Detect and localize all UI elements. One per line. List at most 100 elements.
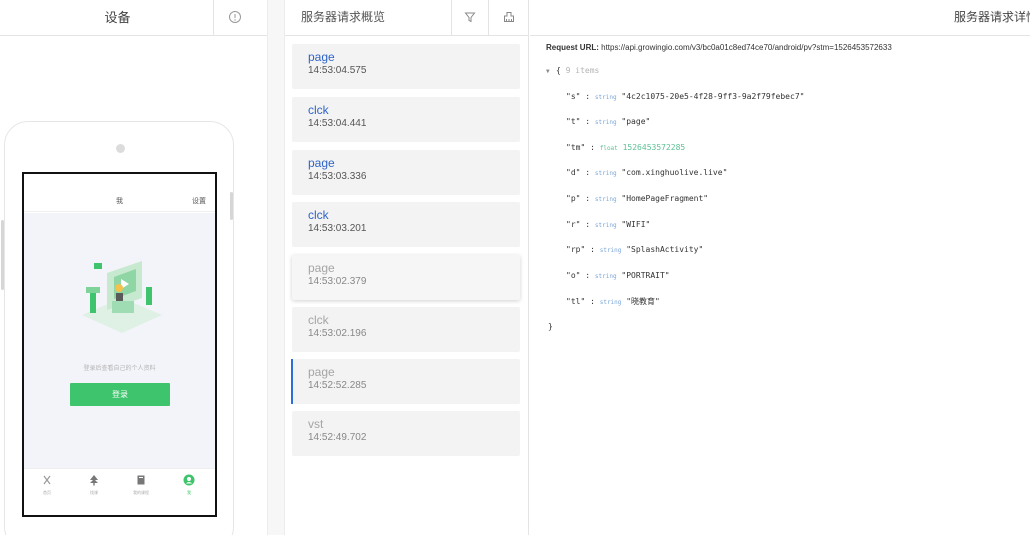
request-type: page bbox=[308, 261, 335, 275]
json-field[interactable]: "rp" : string "SplashActivity" bbox=[566, 245, 703, 254]
device-title: 设备 bbox=[104, 10, 131, 25]
device-screen[interactable]: 我 设置 登录后查看自己的个人资料 登录 首页 找课 我的课程 我 bbox=[22, 172, 217, 517]
request-time: 14:53:03.336 bbox=[308, 171, 367, 182]
caret-down-icon[interactable]: ▼ bbox=[546, 68, 556, 75]
settings-link[interactable]: 设置 bbox=[192, 196, 206, 206]
json-type: string bbox=[599, 247, 622, 254]
tree-icon bbox=[90, 475, 98, 486]
json-field[interactable]: "d" : string "com.xinghuolive.live" bbox=[566, 168, 727, 177]
json-type: string bbox=[594, 170, 617, 177]
json-value: "WIFI" bbox=[621, 220, 651, 229]
request-type: vst bbox=[308, 417, 324, 431]
request-type: page bbox=[308, 365, 335, 379]
json-brace-open: { bbox=[556, 66, 566, 75]
json-field[interactable]: "tl" : string "晓教育" bbox=[566, 296, 660, 307]
detail-header: 服务器请求详情 bbox=[530, 0, 1030, 36]
json-field[interactable]: "s" : string "4c2c1075-20e5-4f28-9ff3-9a… bbox=[566, 92, 804, 101]
clear-icon[interactable] bbox=[502, 10, 516, 24]
json-type: string bbox=[594, 119, 617, 126]
request-time: 14:52:49.702 bbox=[308, 432, 367, 443]
header-divider bbox=[213, 0, 214, 36]
phone-side-button bbox=[230, 192, 233, 220]
header-divider bbox=[451, 0, 452, 36]
json-value: "晓教育" bbox=[626, 297, 660, 306]
login-tip: 登录后查看自己的个人资料 bbox=[83, 366, 156, 372]
tab-label: 我的课程 bbox=[133, 490, 149, 495]
request-item[interactable]: clck 14:53:02.196 bbox=[292, 307, 520, 352]
request-type: clck bbox=[308, 313, 329, 327]
illustration-image bbox=[82, 261, 162, 333]
json-root[interactable]: ▼{ 9 items bbox=[546, 66, 599, 75]
detail-title: 服务器请求详情 bbox=[954, 10, 1030, 24]
user-icon bbox=[183, 474, 195, 486]
home-icon bbox=[43, 475, 51, 485]
request-type: page bbox=[308, 50, 335, 64]
request-type: clck bbox=[308, 103, 329, 117]
request-url[interactable]: Request URL: https://api.growingio.com/v… bbox=[546, 43, 892, 52]
login-button[interactable]: 登录 bbox=[70, 383, 170, 406]
tab-my-courses[interactable]: 我的课程 bbox=[121, 474, 161, 496]
device-header: 设备 bbox=[0, 0, 267, 36]
request-item[interactable]: clck 14:53:03.201 bbox=[292, 202, 520, 247]
json-key: "t" bbox=[566, 117, 581, 126]
json-type: string bbox=[594, 222, 617, 229]
phone-camera bbox=[116, 144, 125, 153]
json-brace-close: } bbox=[548, 322, 553, 331]
app-window: 设备 我 设置 登录后查看自己的个人资料 登录 首页 找课 我的课程 我 服务器… bbox=[0, 0, 1030, 535]
request-url-value: https://api.growingio.com/v3/bc0a01c8ed7… bbox=[601, 43, 892, 52]
request-type: page bbox=[308, 156, 335, 170]
app-body: 登录后查看自己的个人资料 登录 bbox=[24, 213, 215, 468]
request-item[interactable]: page 14:53:03.336 bbox=[292, 150, 520, 195]
json-field[interactable]: "r" : string "WIFI" bbox=[566, 220, 650, 229]
json-type: string bbox=[599, 299, 622, 306]
json-field[interactable]: "p" : string "HomePageFragment" bbox=[566, 194, 708, 203]
request-time: 14:53:04.441 bbox=[308, 118, 367, 129]
json-value: 1526453572285 bbox=[622, 143, 686, 152]
json-field[interactable]: "o" : string "PORTRAIT" bbox=[566, 271, 670, 280]
request-time: 14:52:52.285 bbox=[308, 380, 367, 391]
detail-panel: 服务器请求详情 Request URL: https://api.growing… bbox=[530, 0, 1030, 535]
json-value: "HomePageFragment" bbox=[621, 194, 709, 203]
json-key: "tl" bbox=[566, 297, 586, 306]
item-count: 9 items bbox=[565, 66, 600, 75]
panel-splitter[interactable] bbox=[267, 0, 285, 535]
json-key: "s" bbox=[566, 92, 581, 101]
json-key: "p" bbox=[566, 194, 581, 203]
requests-title: 服务器请求概览 bbox=[301, 10, 386, 24]
request-item[interactable]: clck 14:53:04.441 bbox=[292, 97, 520, 142]
header-divider bbox=[488, 0, 489, 36]
json-key: "o" bbox=[566, 271, 581, 280]
app-header: 我 设置 bbox=[24, 174, 215, 212]
json-type: string bbox=[594, 273, 617, 280]
request-time: 14:53:04.575 bbox=[308, 65, 367, 76]
info-icon[interactable] bbox=[228, 10, 242, 24]
app-title: 我 bbox=[116, 198, 123, 205]
filter-icon[interactable] bbox=[463, 10, 477, 24]
json-key: "d" bbox=[566, 168, 581, 177]
json-key: "rp" bbox=[566, 245, 586, 254]
request-item[interactable]: page 14:53:02.379 bbox=[292, 255, 520, 300]
request-item[interactable]: vst 14:52:49.702 bbox=[292, 411, 520, 456]
json-key: "r" bbox=[566, 220, 581, 229]
app-tabbar: 首页 找课 我的课程 我 bbox=[24, 468, 215, 515]
tab-home[interactable]: 首页 bbox=[27, 474, 67, 496]
requests-panel: 服务器请求概览 page 14:53:04.575 clck 14:53:04.… bbox=[285, 0, 529, 535]
device-panel: 设备 我 设置 登录后查看自己的个人资料 登录 首页 找课 我的课程 我 bbox=[0, 0, 267, 535]
request-item[interactable]: page 14:52:52.285 bbox=[291, 359, 520, 404]
tab-label: 首页 bbox=[43, 490, 51, 495]
json-value: "page" bbox=[621, 117, 651, 126]
json-type: string bbox=[594, 94, 617, 101]
json-type: float bbox=[599, 145, 618, 152]
json-field[interactable]: "t" : string "page" bbox=[566, 117, 650, 126]
json-value: "4c2c1075-20e5-4f28-9ff3-9a2f79febec7" bbox=[621, 92, 805, 101]
request-time: 14:53:02.196 bbox=[308, 328, 367, 339]
json-key: "tm" bbox=[566, 143, 586, 152]
tab-me[interactable]: 我 bbox=[169, 474, 209, 496]
book-icon bbox=[137, 475, 145, 485]
request-item[interactable]: page 14:53:04.575 bbox=[292, 44, 520, 89]
json-field[interactable]: "tm" : float 1526453572285 bbox=[566, 143, 685, 152]
request-url-label: Request URL: bbox=[546, 43, 599, 52]
tab-find-course[interactable]: 找课 bbox=[74, 474, 114, 496]
request-time: 14:53:03.201 bbox=[308, 223, 367, 234]
json-value: "com.xinghuolive.live" bbox=[621, 168, 728, 177]
